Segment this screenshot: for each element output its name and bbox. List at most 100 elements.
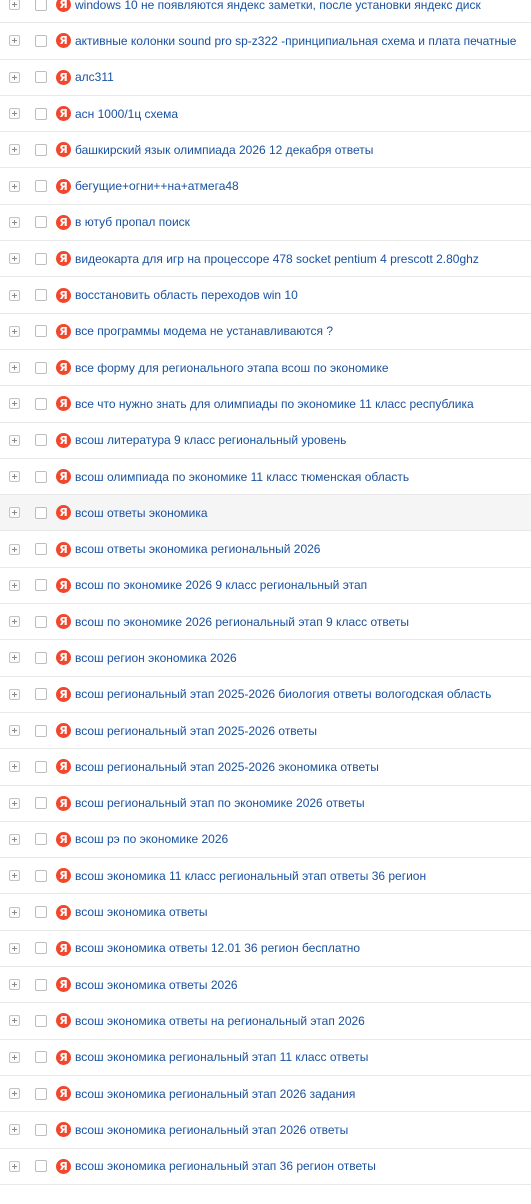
- row-checkbox[interactable]: [35, 143, 47, 156]
- expand-plus-icon[interactable]: [9, 289, 20, 301]
- expand-plus-icon[interactable]: [9, 471, 20, 482]
- query-link[interactable]: все что нужно знать для олимпиады по эко…: [75, 397, 474, 411]
- query-link[interactable]: всош ответы экономика региональный 2026: [75, 542, 320, 556]
- query-link[interactable]: всош регион экономика 2026: [75, 651, 237, 665]
- expand-plus-icon[interactable]: [9, 543, 20, 555]
- row-checkbox[interactable]: [35, 543, 47, 556]
- query-link[interactable]: всош экономика ответы на региональный эт…: [75, 1014, 365, 1028]
- query-link[interactable]: восстановить область переходов win 10: [75, 288, 298, 302]
- row-checkbox[interactable]: [35, 252, 47, 265]
- row-checkbox[interactable]: [35, 397, 47, 410]
- expand-plus-icon[interactable]: [9, 616, 20, 628]
- expand-plus-icon[interactable]: [9, 180, 20, 192]
- row-checkbox[interactable]: [35, 833, 47, 846]
- expand-plus-icon[interactable]: [9, 434, 20, 446]
- expand-plus-icon[interactable]: [9, 0, 20, 11]
- yandex-icon: Я: [56, 868, 71, 884]
- row-checkbox[interactable]: [35, 506, 47, 519]
- query-link[interactable]: всош по экономике 2026 9 класс региональ…: [75, 578, 367, 592]
- expand-plus-icon[interactable]: [9, 725, 20, 737]
- expand-plus-icon[interactable]: [9, 1160, 20, 1172]
- expand-plus-icon[interactable]: [9, 216, 20, 228]
- row-checkbox[interactable]: [35, 579, 47, 592]
- query-link[interactable]: всош региональный этап 2025-2026 экономи…: [75, 760, 379, 774]
- query-link[interactable]: всош экономика ответы 2026: [75, 978, 238, 992]
- query-link[interactable]: бегущие+огни++на+атмега48: [75, 179, 239, 193]
- query-link[interactable]: всош экономика региональный этап 36 реги…: [75, 1159, 376, 1173]
- row-checkbox[interactable]: [35, 470, 47, 483]
- expand-plus-icon[interactable]: [9, 688, 20, 700]
- expand-plus-icon[interactable]: [9, 870, 20, 882]
- expand-plus-icon[interactable]: [9, 1124, 20, 1136]
- row-checkbox[interactable]: [35, 107, 47, 120]
- query-link[interactable]: всош экономика региональный этап 11 клас…: [75, 1050, 368, 1064]
- row-checkbox[interactable]: [35, 180, 47, 193]
- expand-plus-icon[interactable]: [9, 1088, 20, 1100]
- row-checkbox[interactable]: [35, 361, 47, 374]
- query-link[interactable]: все программы модема не устанавливаются …: [75, 324, 333, 338]
- expand-plus-icon[interactable]: [9, 362, 20, 374]
- row-checkbox[interactable]: [35, 71, 47, 84]
- expand-plus-icon[interactable]: [9, 108, 20, 120]
- query-link[interactable]: всош по экономике 2026 региональный этап…: [75, 615, 409, 629]
- query-link[interactable]: в ютуб пропал поиск: [75, 215, 190, 229]
- row-checkbox[interactable]: [35, 906, 47, 919]
- row-checkbox[interactable]: [35, 216, 47, 229]
- expand-plus-icon[interactable]: [9, 1015, 20, 1027]
- row-checkbox[interactable]: [35, 688, 47, 701]
- expand-plus-icon[interactable]: [9, 71, 20, 83]
- query-link[interactable]: всош экономика ответы: [75, 905, 208, 919]
- expand-plus-icon[interactable]: [9, 398, 20, 410]
- query-link[interactable]: все форму для регионального этапа всош п…: [75, 361, 389, 375]
- row-checkbox[interactable]: [35, 0, 47, 11]
- expand-plus-icon[interactable]: [9, 144, 20, 156]
- expand-plus-icon[interactable]: [9, 579, 20, 591]
- expand-plus-icon[interactable]: [9, 1051, 20, 1063]
- expand-plus-icon[interactable]: [9, 253, 20, 265]
- query-link[interactable]: всош региональный этап 2025-2026 ответы: [75, 724, 317, 738]
- query-link[interactable]: башкирский язык олимпиада 2026 12 декабр…: [75, 143, 373, 157]
- row-checkbox[interactable]: [35, 1160, 47, 1173]
- query-link[interactable]: всош литература 9 класс региональный уро…: [75, 433, 346, 447]
- row-checkbox[interactable]: [35, 797, 47, 810]
- query-link[interactable]: активные колонки sound pro sp-z322 -прин…: [75, 34, 516, 48]
- query-link[interactable]: асн 1000/1ц схема: [75, 107, 178, 121]
- row-checkbox[interactable]: [35, 289, 47, 302]
- query-link[interactable]: всош региональный этап 2025-2026 биологи…: [75, 687, 491, 701]
- query-link[interactable]: алс311: [75, 70, 114, 84]
- expand-plus-icon[interactable]: [9, 979, 20, 991]
- row-checkbox[interactable]: [35, 760, 47, 773]
- expand-plus-icon[interactable]: [9, 761, 20, 773]
- expand-plus-icon[interactable]: [9, 35, 20, 47]
- query-link[interactable]: всош региональный этап по экономике 2026…: [75, 796, 365, 810]
- row-checkbox[interactable]: [35, 34, 47, 47]
- row-checkbox[interactable]: [35, 1087, 47, 1100]
- row-checkbox[interactable]: [35, 1123, 47, 1136]
- query-link[interactable]: всош олимпиада по экономике 11 класс тюм…: [75, 470, 409, 484]
- row-checkbox[interactable]: [35, 325, 47, 338]
- expand-plus-icon[interactable]: [9, 507, 20, 519]
- query-link[interactable]: всош рэ по экономике 2026: [75, 832, 228, 846]
- query-link[interactable]: видеокарта для игр на процессоре 478 soc…: [75, 252, 479, 266]
- row-checkbox[interactable]: [35, 942, 47, 955]
- query-link[interactable]: всош экономика ответы 12.01 36 регион бе…: [75, 941, 360, 955]
- expand-plus-icon[interactable]: [9, 797, 20, 809]
- row-checkbox[interactable]: [35, 869, 47, 882]
- expand-plus-icon[interactable]: [9, 833, 20, 845]
- row-checkbox[interactable]: [35, 978, 47, 991]
- query-link[interactable]: всош экономика региональный этап 2026 от…: [75, 1123, 348, 1137]
- row-checkbox[interactable]: [35, 434, 47, 447]
- query-link[interactable]: всош экономика 11 класс региональный эта…: [75, 869, 426, 883]
- row-checkbox[interactable]: [35, 651, 47, 664]
- expand-plus-icon[interactable]: [9, 942, 20, 954]
- expand-plus-icon[interactable]: [9, 652, 20, 664]
- row-checkbox[interactable]: [35, 1051, 47, 1064]
- row-checkbox[interactable]: [35, 1014, 47, 1027]
- row-checkbox[interactable]: [35, 615, 47, 628]
- query-link[interactable]: всош ответы экономика: [75, 506, 208, 520]
- query-link[interactable]: всош экономика региональный этап 2026 за…: [75, 1087, 355, 1101]
- expand-plus-icon[interactable]: [9, 325, 20, 337]
- expand-plus-icon[interactable]: [9, 906, 20, 918]
- row-checkbox[interactable]: [35, 724, 47, 737]
- query-link[interactable]: windows 10 не появляются яндекс заметки,…: [75, 0, 481, 12]
